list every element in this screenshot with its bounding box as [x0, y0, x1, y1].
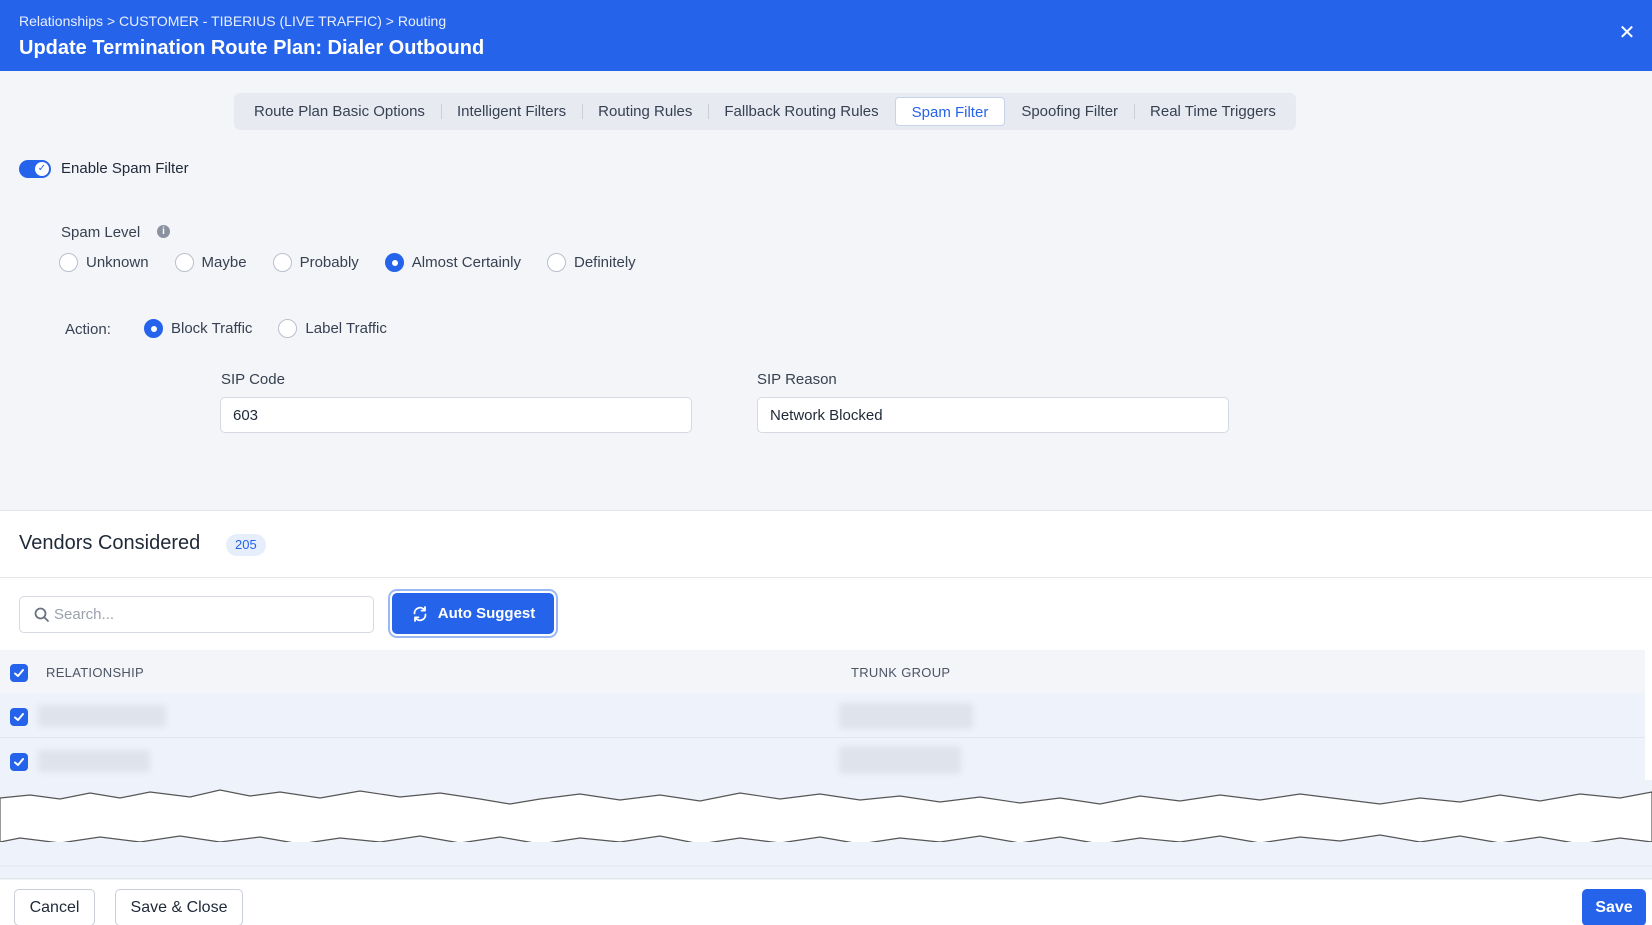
- row-checkbox[interactable]: [10, 708, 28, 726]
- page-title: Update Termination Route Plan: Dialer Ou…: [19, 37, 485, 59]
- enable-spam-filter-label: Enable Spam Filter: [61, 160, 189, 177]
- spam-level-almost-certainly[interactable]: Almost Certainly: [384, 253, 521, 272]
- sip-reason-input[interactable]: [757, 397, 1229, 433]
- vendors-count-badge: 205: [226, 534, 266, 556]
- table-header: RELATIONSHIP TRUNK GROUP: [0, 650, 1645, 693]
- save-and-close-button[interactable]: Save & Close: [115, 889, 243, 925]
- column-header-trunk-group[interactable]: TRUNK GROUP: [851, 665, 950, 680]
- tab-route-plan-basic-options[interactable]: Route Plan Basic Options: [238, 97, 441, 126]
- action-label: Action:: [65, 321, 111, 338]
- auto-suggest-button[interactable]: Auto Suggest: [392, 593, 554, 634]
- search-input[interactable]: [54, 597, 364, 632]
- radio-button-selected[interactable]: [384, 253, 404, 272]
- spam-level-label: Spam Level: [61, 224, 141, 241]
- radio-label: Probably: [299, 254, 359, 271]
- search-icon: [34, 607, 49, 622]
- torn-edge-divider: [0, 780, 1652, 880]
- search-box: [19, 596, 374, 633]
- radio-button[interactable]: [278, 319, 298, 338]
- radio-label: Block Traffic: [171, 320, 253, 337]
- redacted-trunk-group: [839, 703, 973, 729]
- action-block-traffic[interactable]: Block Traffic: [144, 319, 252, 338]
- modal-header: Relationships > CUSTOMER - TIBERIUS (LIV…: [0, 0, 1652, 71]
- radio-button[interactable]: [174, 253, 194, 272]
- info-icon[interactable]: i: [157, 225, 170, 238]
- vendors-section-title: Vendors Considered: [19, 532, 201, 554]
- redacted-relationship: [38, 750, 150, 772]
- row-checkbox[interactable]: [10, 753, 28, 771]
- sip-code-input[interactable]: [220, 397, 692, 433]
- radio-label: Definitely: [573, 254, 636, 271]
- action-radio-group: Block Traffic Label Traffic: [144, 319, 413, 338]
- tab-routing-rules[interactable]: Routing Rules: [582, 97, 708, 126]
- radio-button[interactable]: [546, 253, 566, 272]
- save-button[interactable]: Save: [1582, 889, 1646, 925]
- tab-spoofing-filter[interactable]: Spoofing Filter: [1005, 97, 1134, 126]
- spam-level-definitely[interactable]: Definitely: [546, 253, 636, 272]
- enable-spam-filter-toggle[interactable]: ✓: [19, 160, 51, 178]
- column-header-relationship[interactable]: RELATIONSHIP: [46, 665, 144, 680]
- auto-suggest-label: Auto Suggest: [437, 605, 536, 622]
- redacted-relationship: [38, 705, 166, 727]
- check-icon: ✓: [35, 162, 49, 176]
- breadcrumb: Relationships > CUSTOMER - TIBERIUS (LIV…: [19, 13, 447, 29]
- spam-level-maybe[interactable]: Maybe: [174, 253, 247, 272]
- tab-intelligent-filters[interactable]: Intelligent Filters: [440, 97, 582, 126]
- tab-fallback-routing-rules[interactable]: Fallback Routing Rules: [708, 97, 894, 126]
- cancel-button[interactable]: Cancel: [14, 889, 95, 925]
- spam-level-radio-group: Unknown Maybe Probably Almost Certainly …: [59, 253, 662, 272]
- tab-bar: Route Plan Basic Options Intelligent Fil…: [234, 93, 1296, 130]
- sip-code-label: SIP Code: [221, 371, 285, 388]
- radio-button[interactable]: [272, 253, 292, 272]
- select-all-checkbox[interactable]: [10, 664, 28, 682]
- radio-label: Unknown: [86, 254, 149, 271]
- table-row: [0, 738, 1645, 783]
- tab-spam-filter[interactable]: Spam Filter: [894, 97, 1006, 126]
- sip-reason-label: SIP Reason: [757, 371, 837, 388]
- refresh-icon: [413, 605, 427, 622]
- spam-filter-panel: Route Plan Basic Options Intelligent Fil…: [0, 71, 1652, 511]
- radio-label: Label Traffic: [305, 320, 387, 337]
- footer-divider: [0, 878, 1652, 879]
- radio-button-selected[interactable]: [144, 319, 163, 338]
- radio-button[interactable]: [59, 253, 78, 272]
- tab-real-time-triggers[interactable]: Real Time Triggers: [1134, 97, 1292, 126]
- redacted-trunk-group: [839, 746, 961, 774]
- radio-label: Almost Certainly: [411, 254, 521, 271]
- spam-level-unknown[interactable]: Unknown: [59, 253, 149, 272]
- close-icon[interactable]: ✕: [1616, 22, 1638, 44]
- action-label-traffic[interactable]: Label Traffic: [278, 319, 387, 338]
- radio-label: Maybe: [201, 254, 247, 271]
- spam-level-probably[interactable]: Probably: [272, 253, 359, 272]
- table-row: [0, 693, 1645, 738]
- divider: [0, 577, 1652, 578]
